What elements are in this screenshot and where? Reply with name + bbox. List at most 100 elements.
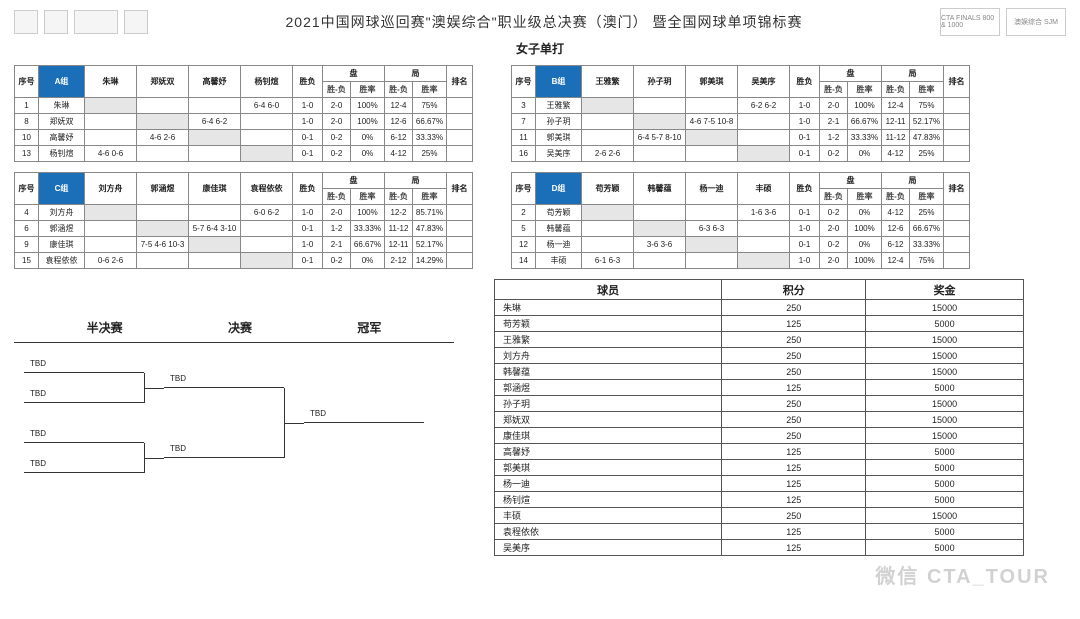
- col-rank: 排名: [447, 173, 473, 205]
- score-cell: 6-4 6-0: [241, 98, 293, 114]
- col-wl: 胜负: [293, 66, 323, 98]
- player-header: 郑妩双: [137, 66, 189, 98]
- points-header: 球员: [495, 280, 722, 300]
- pan-wl: 0-2: [323, 253, 351, 269]
- score-cell: [137, 205, 189, 221]
- score-cell: 6-4 6-2: [189, 114, 241, 130]
- ju-wl: 4-12: [882, 146, 910, 162]
- col-pan: 盘: [323, 66, 385, 82]
- group-name: D组: [536, 173, 582, 205]
- ju-pct: 52.17%: [910, 114, 944, 130]
- rank-cell: [447, 205, 473, 221]
- ju-pct: 75%: [910, 98, 944, 114]
- ju-pct: 75%: [413, 98, 447, 114]
- group-row: 7孙子玥4-6 7-5 10-81-02-166.67%12-1152.17%: [512, 114, 970, 130]
- wl-cell: 1-0: [790, 221, 820, 237]
- pt-name: 杨一迪: [495, 476, 722, 492]
- sf-slot-1: TBD: [24, 359, 144, 373]
- player-name: 吴美序: [536, 146, 582, 162]
- pan-wl: 2-1: [820, 114, 848, 130]
- wl-cell: 0-1: [790, 130, 820, 146]
- score-cell: [241, 114, 293, 130]
- points-header: 奖金: [866, 280, 1024, 300]
- seed-num: 4: [15, 205, 39, 221]
- pt-points: 125: [722, 492, 866, 508]
- rank-cell: [944, 253, 970, 269]
- col-wl: 胜负: [293, 173, 323, 205]
- seed-num: 7: [512, 114, 536, 130]
- pt-prize: 5000: [866, 492, 1024, 508]
- pt-points: 250: [722, 348, 866, 364]
- pan-wl: 2-0: [820, 221, 848, 237]
- pt-prize: 5000: [866, 380, 1024, 396]
- pt-name: 刘方舟: [495, 348, 722, 364]
- points-row: 郭美琪1255000: [495, 460, 1024, 476]
- ju-wl: 12-6: [882, 221, 910, 237]
- round-champion: 冠军: [357, 319, 381, 336]
- pan-pct: 0%: [848, 237, 882, 253]
- rank-cell: [447, 98, 473, 114]
- score-cell: [85, 221, 137, 237]
- pt-prize: 15000: [866, 300, 1024, 316]
- ju-wl: 12-11: [882, 114, 910, 130]
- wl-cell: 1-0: [293, 237, 323, 253]
- sub-pct: 胜率: [848, 189, 882, 205]
- group-row: 2苟芳颖1-6 3-60-10-20%4-1225%: [512, 205, 970, 221]
- score-cell: [189, 146, 241, 162]
- group-row: 9康佳琪7-5 4-6 10-31-02-166.67%12-1152.17%: [15, 237, 473, 253]
- ju-wl: 4-12: [385, 146, 413, 162]
- main-title: 2021中国网球巡回赛"澳娱综合"职业级总决赛（澳门） 暨全国网球单项锦标赛: [148, 12, 940, 32]
- sub-wl: 胜-负: [385, 82, 413, 98]
- seed-num: 12: [512, 237, 536, 253]
- score-cell: [241, 130, 293, 146]
- wl-cell: 0-1: [293, 130, 323, 146]
- wl-cell: 0-1: [790, 146, 820, 162]
- rank-cell: [447, 253, 473, 269]
- ju-pct: 33.33%: [910, 237, 944, 253]
- ju-pct: 25%: [413, 146, 447, 162]
- score-cell: 7-5 4-6 10-3: [137, 237, 189, 253]
- champ-slot: TBD: [304, 409, 424, 423]
- score-cell: [85, 114, 137, 130]
- rank-cell: [447, 221, 473, 237]
- ju-wl: 11-12: [385, 221, 413, 237]
- self-cell: [738, 253, 790, 269]
- score-cell: [85, 130, 137, 146]
- sub-pct: 胜率: [848, 82, 882, 98]
- pt-name: 郭涵煜: [495, 380, 722, 396]
- score-cell: [189, 205, 241, 221]
- pt-prize: 15000: [866, 332, 1024, 348]
- group-row: 14丰硕6-1 6-31-02-0100%12-475%: [512, 253, 970, 269]
- score-cell: 1-6 3-6: [738, 205, 790, 221]
- ju-wl: 12-6: [385, 114, 413, 130]
- sub-wl: 胜-负: [882, 189, 910, 205]
- points-row: 刘方舟25015000: [495, 348, 1024, 364]
- pan-wl: 2-0: [820, 98, 848, 114]
- logo-gov: [14, 10, 38, 34]
- col-ju: 局: [385, 66, 447, 82]
- ju-pct: 52.17%: [413, 237, 447, 253]
- sub-wl: 胜-负: [820, 82, 848, 98]
- logo-sjm: 澳娱综合 SJM: [1006, 8, 1066, 36]
- seed-num: 11: [512, 130, 536, 146]
- pt-prize: 15000: [866, 508, 1024, 524]
- pt-name: 康佳琪: [495, 428, 722, 444]
- pan-wl: 1-2: [820, 130, 848, 146]
- score-cell: 3-6 3-6: [634, 237, 686, 253]
- player-name: 高馨妤: [39, 130, 85, 146]
- score-cell: 6-0 6-2: [241, 205, 293, 221]
- pt-points: 125: [722, 316, 866, 332]
- rank-cell: [447, 146, 473, 162]
- self-cell: [85, 98, 137, 114]
- points-row: 杨一迪1255000: [495, 476, 1024, 492]
- event-subtitle: 女子单打: [14, 40, 1066, 57]
- pt-name: 孙子玥: [495, 396, 722, 412]
- col-seq: 序号: [15, 173, 39, 205]
- points-row: 孙子玥25015000: [495, 396, 1024, 412]
- pt-points: 125: [722, 476, 866, 492]
- group-row: 8郑妩双6-4 6-21-02-0100%12-666.67%: [15, 114, 473, 130]
- score-cell: 6-2 6-2: [738, 98, 790, 114]
- ju-wl: 6-12: [385, 130, 413, 146]
- points-row: 韩馨蕴25015000: [495, 364, 1024, 380]
- player-header: 康佳琪: [189, 173, 241, 205]
